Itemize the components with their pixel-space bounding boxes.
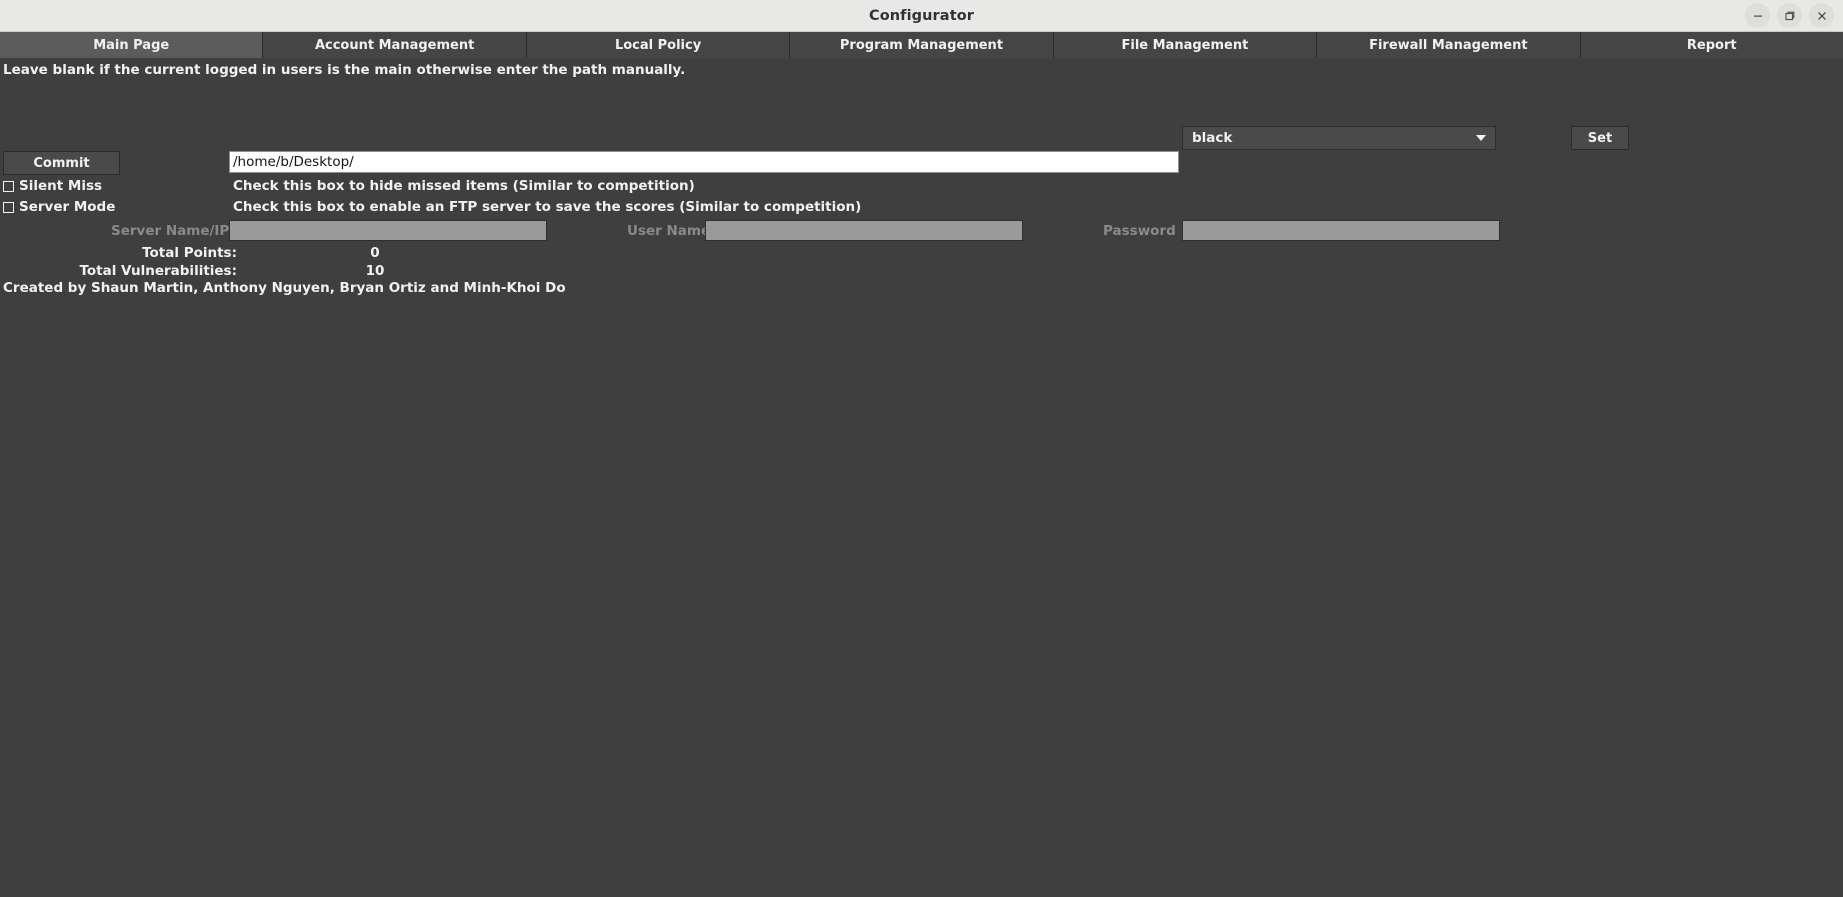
window-title: Configurator <box>868 7 975 24</box>
tab-firewall-management[interactable]: Firewall Management <box>1317 32 1581 58</box>
tab-label: Local Policy <box>614 37 702 53</box>
server-mode-checkbox[interactable]: Server Mode <box>3 198 115 216</box>
tab-local-policy[interactable]: Local Policy <box>526 32 791 58</box>
tab-label: Program Management <box>839 37 1004 53</box>
server-mode-description: Check this box to enable an FTP server t… <box>233 199 862 215</box>
commit-button-label: Commit <box>33 155 90 171</box>
window-titlebar: Configurator <box>0 0 1843 32</box>
server-mode-label: Server Mode <box>19 199 116 215</box>
close-button[interactable] <box>1809 3 1834 28</box>
user-name-input[interactable] <box>705 220 1023 241</box>
silent-miss-label: Silent Miss <box>19 178 103 194</box>
tab-label: Main Page <box>93 37 170 53</box>
tab-report[interactable]: Report <box>1580 32 1843 58</box>
total-points-label: Total Points: <box>142 245 237 261</box>
silent-miss-checkbox[interactable]: Silent Miss <box>3 177 102 195</box>
total-points-value: 0 <box>370 245 380 261</box>
tab-file-management[interactable]: File Management <box>1053 32 1318 58</box>
set-theme-button[interactable]: Set <box>1571 126 1629 150</box>
tab-program-management[interactable]: Program Management <box>790 32 1054 58</box>
tab-label: Firewall Management <box>1369 37 1528 53</box>
theme-select-value: black <box>1192 130 1233 146</box>
tab-label: Report <box>1686 37 1737 53</box>
window-controls <box>1745 0 1834 31</box>
path-input-value: /home/b/Desktop/ <box>233 154 354 170</box>
main-page-panel: Leave blank if the current logged in use… <box>0 58 1843 897</box>
total-vulnerabilities-label: Total Vulnerabilities: <box>79 263 237 279</box>
user-name-label: User Name <box>627 223 711 239</box>
tab-label: File Management <box>1121 37 1249 53</box>
commit-button[interactable]: Commit <box>3 151 120 175</box>
maximize-button[interactable] <box>1777 3 1802 28</box>
checkbox-icon <box>3 180 14 192</box>
path-input[interactable]: /home/b/Desktop/ <box>229 151 1179 173</box>
tab-bar: Main Page Account Management Local Polic… <box>0 32 1843 58</box>
path-hint-label: Leave blank if the current logged in use… <box>3 62 686 78</box>
minimize-button[interactable] <box>1745 3 1770 28</box>
hint-row: Leave blank if the current logged in use… <box>0 58 1843 82</box>
silent-miss-description: Check this box to hide missed items (Sim… <box>233 178 695 194</box>
password-label: Password <box>1103 223 1176 239</box>
credits-label: Created by Shaun Martin, Anthony Nguyen,… <box>3 280 566 296</box>
tab-label: Account Management <box>314 37 475 53</box>
tab-account-management[interactable]: Account Management <box>263 32 527 58</box>
chevron-down-icon <box>1476 135 1486 141</box>
theme-select[interactable]: black <box>1182 126 1496 150</box>
checkbox-icon <box>3 201 14 213</box>
server-name-input[interactable] <box>229 220 547 241</box>
total-vulnerabilities-value: 10 <box>365 263 385 279</box>
set-theme-button-label: Set <box>1587 130 1613 146</box>
tab-main-page[interactable]: Main Page <box>0 32 264 58</box>
password-input[interactable] <box>1182 220 1500 241</box>
server-name-label: Server Name/IP <box>111 223 230 239</box>
